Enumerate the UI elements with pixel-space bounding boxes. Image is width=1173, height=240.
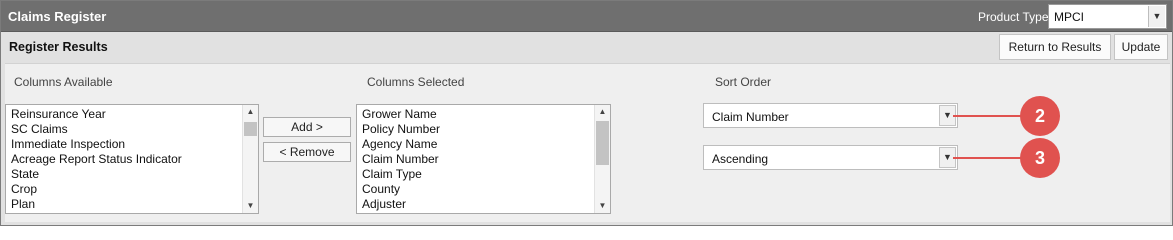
list-item[interactable]: Claim Number	[362, 152, 440, 167]
title-bar: Claims Register Product Type MPCI ▼	[1, 1, 1172, 32]
scroll-up-icon[interactable]: ▲	[595, 105, 610, 119]
list-item[interactable]: State	[11, 167, 182, 182]
product-type-select[interactable]: MPCI ▼	[1048, 4, 1167, 29]
list-item[interactable]: Immediate Inspection	[11, 137, 182, 152]
scrollbar[interactable]: ▲ ▼	[594, 105, 610, 213]
list-item[interactable]: Agency Name	[362, 137, 440, 152]
product-type-label: Product Type	[978, 10, 1049, 24]
chevron-down-icon[interactable]: ▼	[1148, 6, 1165, 27]
scrollbar[interactable]: ▲ ▼	[242, 105, 258, 213]
sort-field-value: Claim Number	[712, 110, 789, 124]
sort-direction-select[interactable]: Ascending ▼	[703, 145, 958, 170]
callout-line	[953, 157, 1023, 159]
callout-badge-2: 2	[1020, 96, 1060, 136]
list-item[interactable]: Policy Number	[362, 122, 440, 137]
list-item[interactable]: Reinsurance Year	[11, 107, 182, 122]
scroll-down-icon[interactable]: ▼	[243, 199, 258, 213]
register-results-title: Register Results	[9, 40, 108, 54]
add-column-button[interactable]: Add >	[263, 117, 351, 137]
columns-selected-heading: Columns Selected	[367, 75, 465, 89]
remove-column-button[interactable]: < Remove	[263, 142, 351, 162]
list-item[interactable]: Acreage Report Status Indicator	[11, 152, 182, 167]
sort-field-select[interactable]: Claim Number ▼	[703, 103, 958, 128]
return-to-results-button[interactable]: Return to Results	[999, 34, 1111, 60]
sort-order-heading: Sort Order	[715, 75, 772, 89]
callout-line	[953, 115, 1023, 117]
list-item[interactable]: Grower Name	[362, 107, 440, 122]
panel-title: Claims Register	[8, 9, 107, 24]
list-item[interactable]: Claim Type	[362, 167, 440, 182]
scroll-thumb[interactable]	[244, 122, 257, 136]
list-item[interactable]: Crop	[11, 182, 182, 197]
scroll-thumb[interactable]	[596, 121, 609, 165]
columns-available-heading: Columns Available	[14, 75, 113, 89]
callout-badge-3: 3	[1020, 138, 1060, 178]
list-item[interactable]: Adjuster	[362, 197, 440, 212]
update-button[interactable]: Update	[1114, 34, 1168, 60]
columns-selected-list[interactable]: Grower Name Policy Number Agency Name Cl…	[356, 104, 611, 214]
list-item[interactable]: County	[362, 182, 440, 197]
product-type-value: MPCI	[1054, 10, 1084, 24]
list-item[interactable]: Plan	[11, 197, 182, 212]
columns-available-list[interactable]: Reinsurance Year SC Claims Immediate Ins…	[5, 104, 259, 214]
claims-register-panel: Claims Register Product Type MPCI ▼ Regi…	[0, 0, 1173, 226]
scroll-down-icon[interactable]: ▼	[595, 199, 610, 213]
scroll-up-icon[interactable]: ▲	[243, 105, 258, 119]
list-item[interactable]: SC Claims	[11, 122, 182, 137]
sort-direction-value: Ascending	[712, 152, 769, 166]
